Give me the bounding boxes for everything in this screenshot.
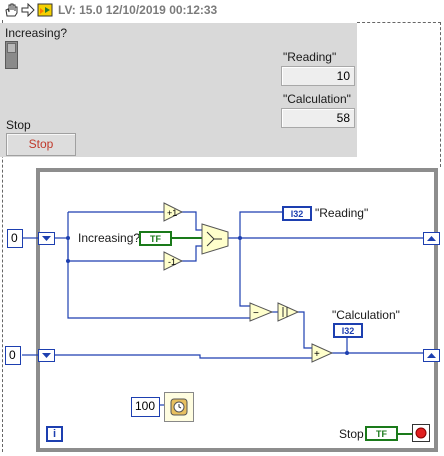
reading-terminal[interactable]: I32 <box>282 206 312 221</box>
decrement-glyph: -1 <box>168 257 176 267</box>
reading-label: "Reading" <box>283 50 337 64</box>
run-arrow-icon[interactable] <box>21 3 35 17</box>
wait-clock-icon <box>170 398 188 416</box>
calculation-indicator: 58 <box>281 108 355 128</box>
toolbar: LV: 15.0 12/10/2019 00:12:33 <box>0 0 444 20</box>
shift-register-right-top[interactable] <box>423 232 440 245</box>
iteration-terminal[interactable]: i <box>46 426 63 442</box>
increasing-terminal[interactable]: TF <box>139 231 172 246</box>
absolute-value-node <box>277 302 300 322</box>
toggle-knob <box>7 43 16 53</box>
svg-text:+: + <box>314 349 320 360</box>
page-border-top <box>357 22 441 23</box>
increment-glyph: +1 <box>167 208 177 218</box>
stop-label: Stop <box>6 118 31 132</box>
stop-button[interactable]: Stop <box>6 133 76 156</box>
shift-register-left-top[interactable] <box>38 232 55 245</box>
const-wait-ms[interactable]: 100 <box>131 397 160 417</box>
const-top[interactable]: 0 <box>7 229 23 248</box>
calculation-terminal-label: "Calculation" <box>332 308 400 322</box>
stop-terminal[interactable]: TF <box>365 426 398 441</box>
wait-ms-node[interactable] <box>164 392 194 422</box>
page-border-right <box>440 22 441 167</box>
reading-indicator: 10 <box>281 66 355 86</box>
increasing-terminal-label: Increasing? <box>78 231 141 245</box>
shift-register-right-bottom[interactable] <box>423 349 440 362</box>
svg-text:−: − <box>253 308 259 319</box>
hand-icon[interactable] <box>3 2 19 18</box>
shift-register-left-bottom[interactable] <box>38 349 55 362</box>
window-title: LV: 15.0 12/10/2019 00:12:33 <box>58 3 218 17</box>
const-bottom[interactable]: 0 <box>5 346 21 365</box>
labview-icon[interactable] <box>37 2 54 18</box>
loop-condition-terminal[interactable] <box>412 424 430 442</box>
stop-condition-icon <box>415 427 427 439</box>
stop-terminal-label: Stop <box>339 427 364 441</box>
calculation-label: "Calculation" <box>283 92 351 106</box>
reading-terminal-label: "Reading" <box>315 206 369 220</box>
calculation-terminal[interactable]: I32 <box>333 323 363 338</box>
increasing-toggle[interactable] <box>5 41 18 69</box>
increasing-label: Increasing? <box>5 26 68 40</box>
